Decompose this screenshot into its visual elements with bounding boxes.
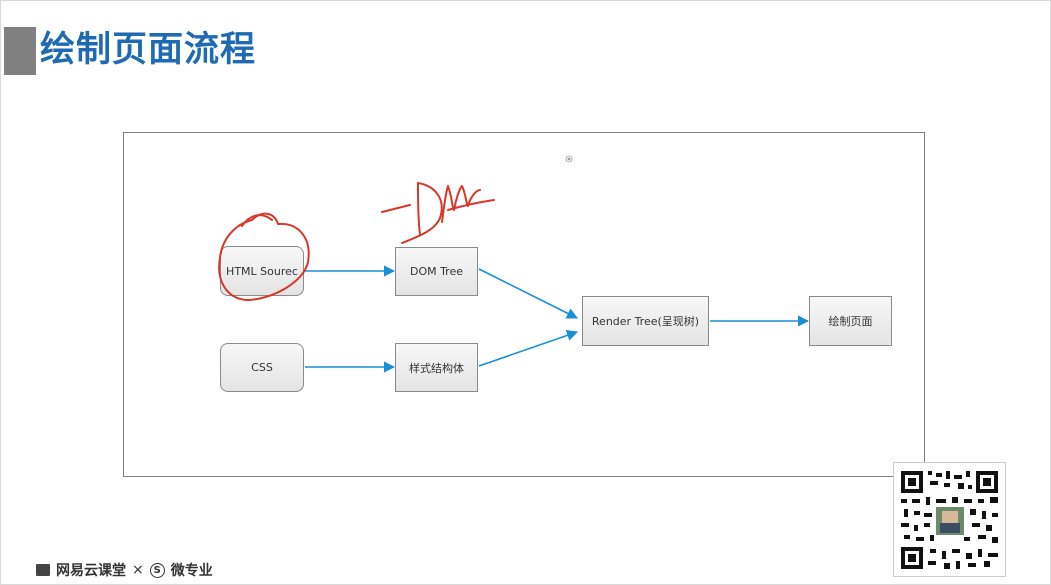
node-html-source: HTML Sourec xyxy=(220,246,304,296)
node-label: Render Tree(呈现树) xyxy=(591,315,700,328)
node-dom-tree: DOM Tree xyxy=(395,247,478,296)
node-render-tree: Render Tree(呈现树) xyxy=(582,296,709,346)
footer-separator: × xyxy=(132,562,144,578)
node-label: 样式结构体 xyxy=(409,361,464,375)
diagram-frame xyxy=(123,132,925,477)
partner-logo-icon: S xyxy=(149,562,165,578)
node-label: DOM Tree xyxy=(409,265,464,278)
footer-partner-name: 微专业 xyxy=(170,563,213,579)
slide-title: 绘制页面流程 xyxy=(40,30,257,70)
qr-code-icon xyxy=(893,462,1006,577)
node-paint-page: 绘制页面 xyxy=(809,296,892,346)
node-style-struct: 样式结构体 xyxy=(395,343,478,392)
node-label: 绘制页面 xyxy=(828,315,873,328)
node-css: CSS xyxy=(220,343,304,392)
footer-brand-name: 网易云课堂 xyxy=(56,563,126,579)
node-label: CSS xyxy=(251,361,273,374)
node-label: HTML Sourec xyxy=(226,264,298,278)
title-accent-bar xyxy=(4,27,36,75)
book-icon xyxy=(36,564,50,576)
partner-logo-letter: S xyxy=(153,564,161,576)
footer-brand: 网易云课堂 × S 微专业 xyxy=(36,560,213,580)
